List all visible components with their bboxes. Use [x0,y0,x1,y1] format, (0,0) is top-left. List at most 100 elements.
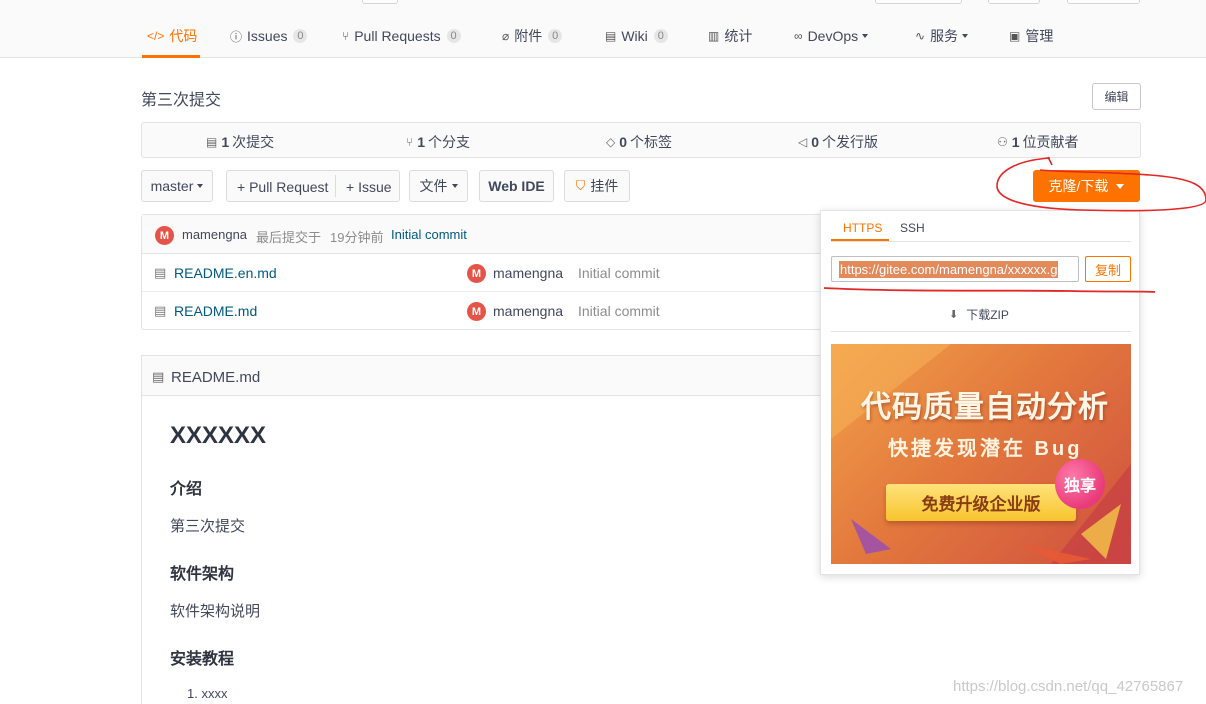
tab-pull-requests[interactable]: ⑂ Pull Requests 0 [342,26,461,46]
stat-label: 个分支 [428,134,470,150]
avatar[interactable]: M [467,264,486,283]
tab-label: Wiki [621,28,648,44]
wiki-icon: ▤ [605,29,617,43]
top-button-stub[interactable] [362,0,398,4]
new-issue-button[interactable]: + Issue [346,179,392,195]
contributors-icon: ⚇ [997,135,1008,149]
top-button-stub[interactable] [988,0,1040,4]
chart-icon: ▥ [708,29,720,43]
file-commit-message[interactable]: Initial commit [578,303,660,319]
count-badge: 0 [548,29,563,43]
tab-devops[interactable]: ∞ DevOps [794,26,869,46]
bookmark-icon: ⛉ [575,178,586,193]
stat-count: 1 [221,134,230,150]
tab-stats[interactable]: ▥ 统计 [708,26,752,46]
file-menu-button[interactable]: 文件 [409,170,468,202]
clone-dropdown: HTTPS SSH https://gitee.com/mamengna/xxx… [820,210,1140,575]
branch-label: master [150,178,194,194]
tab-label: 统计 [724,28,753,44]
stat-count: 0 [619,134,628,150]
banner-subtitle: 快捷发现潜在 Bug [888,438,1083,460]
tab-ssh[interactable]: SSH [900,221,925,235]
chevron-down-icon [862,34,869,38]
promo-banner[interactable]: 代码质量自动分析 快捷发现潜在 Bug 免费升级企业版 独享 [831,344,1131,564]
tab-manage[interactable]: ▣ 管理 [1009,26,1053,46]
readme-list-item: 1. xxxx [187,686,228,701]
avatar[interactable]: M [155,226,174,245]
upgrade-button[interactable]: 免费升级企业版 [886,484,1076,521]
chevron-down-icon [451,184,458,188]
chevron-down-icon [962,34,969,38]
stat-contributors[interactable]: ⚇ 1 位贡献者 [997,132,1079,152]
service-icon: ∿ [915,29,926,43]
edit-button[interactable]: 编辑 [1092,83,1141,110]
tab-code[interactable]: </> 代码 [147,26,197,46]
avatar[interactable]: M [467,302,486,321]
file-name-link[interactable]: README.en.md [174,265,277,281]
file-icon: ▤ [152,369,165,384]
branch-icon: ⑂ [406,135,414,149]
banner-title: 代码质量自动分析 [861,391,1109,424]
tag-icon: ◇ [606,135,616,149]
repo-stats-bar: ▤ 1 次提交 ⑂ 1 个分支 ◇ 0 个标签 ◁ 0 个发行版 ⚇ 1 位贡献… [141,122,1141,158]
chevron-down-icon [1116,183,1125,189]
readme-heading: 介绍 [170,481,203,498]
readme-heading: 安装教程 [170,651,235,668]
count-badge: 0 [446,29,461,43]
stat-releases[interactable]: ◁ 0 个发行版 [798,132,878,152]
tab-label: Issues [247,28,288,44]
stat-commits[interactable]: ▤ 1 次提交 [206,132,274,152]
file-list: M mamengna 最后提交于 19分钟前 Initial commit ▤ … [141,214,822,330]
tab-services[interactable]: ∿ 服务 [915,26,969,46]
commit-text: 最后提交于 [256,230,322,245]
tab-attachments[interactable]: ⌀ 附件 0 [502,26,563,46]
clone-label: 克隆/下载 [1048,178,1109,194]
readme-title: XXXXXX [170,422,267,449]
pull-request-icon: ⑂ [342,29,350,43]
stat-label: 个发行版 [822,134,879,150]
stat-count: 0 [811,134,820,150]
tab-https[interactable]: HTTPS [843,221,882,235]
active-tab-indicator [142,55,200,58]
tab-issues[interactable]: ⓘ Issues 0 [230,26,308,46]
file-author[interactable]: mamengna [493,303,563,319]
file-commit-message[interactable]: Initial commit [578,265,660,281]
web-ide-button[interactable]: Web IDE [479,170,554,202]
clone-url-input[interactable]: https://gitee.com/mamengna/xxxxxx.g [831,256,1079,282]
tab-divider [831,241,1131,242]
clone-download-button[interactable]: 克隆/下载 [1033,170,1140,202]
stat-branches[interactable]: ⑂ 1 个分支 [406,132,470,152]
readme-file-name[interactable]: README.md [171,369,260,386]
file-author[interactable]: mamengna [493,265,563,281]
stat-tags[interactable]: ◇ 0 个标签 [606,132,672,152]
active-tab-indicator [831,239,889,241]
copy-button[interactable]: 复制 [1085,256,1131,282]
repo-description: 第三次提交 [141,92,222,109]
count-badge: 0 [293,29,308,43]
stat-label: 次提交 [232,134,275,150]
tab-label: 服务 [930,28,959,44]
exclusive-badge: 独享 [1055,459,1105,509]
file-menu-label: 文件 [419,178,448,194]
top-button-stub[interactable] [1067,0,1140,4]
readme-panel: ▤ README.md XXXXXX 介绍 第三次提交 软件架构 软件架构说明 … [141,355,822,704]
commit-message-link[interactable]: Initial commit [391,227,467,242]
widget-button[interactable]: ⛉ 挂件 [564,170,630,202]
tab-label: 代码 [169,28,198,44]
stat-label: 个标签 [630,134,673,150]
commit-author[interactable]: mamengna [182,227,247,242]
commit-time: 19分钟前 [330,230,384,245]
tab-wiki[interactable]: ▤ Wiki 0 [605,26,668,46]
file-icon: ▤ [154,303,167,318]
top-button-stub[interactable] [875,0,962,4]
code-icon: </> [147,29,165,43]
tab-label: Pull Requests [354,28,441,44]
last-commit-row: M mamengna 最后提交于 19分钟前 Initial commit [142,215,822,254]
stat-count: 1 [1011,134,1020,150]
file-name-link[interactable]: README.md [174,303,257,319]
readme-paragraph: 软件架构说明 [170,603,261,620]
new-pull-request-button[interactable]: + Pull Request [237,179,328,195]
branch-select[interactable]: master [141,170,213,202]
file-icon: ▤ [154,265,167,280]
download-zip-link[interactable]: ⬇ 下载ZIP [949,306,1009,323]
